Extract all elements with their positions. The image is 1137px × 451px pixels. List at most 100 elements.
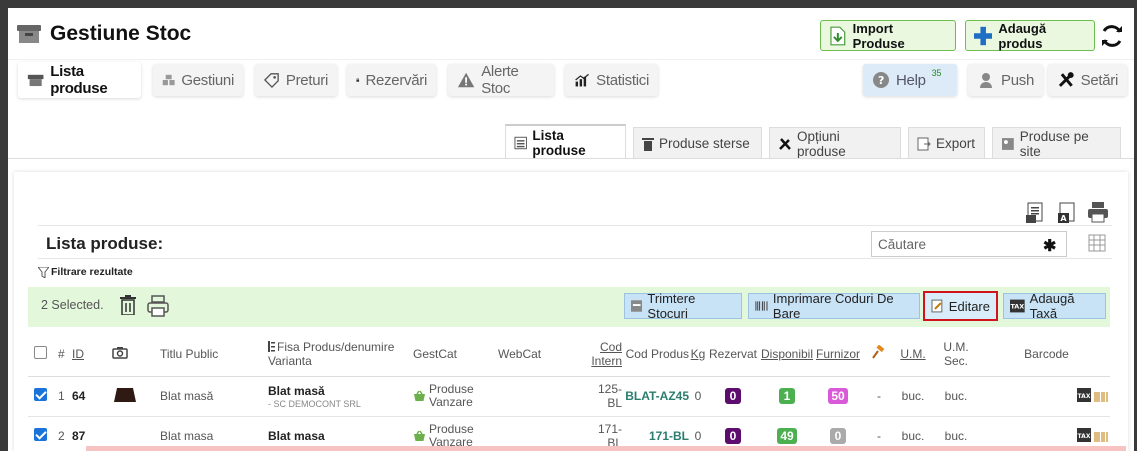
search-clear-icon[interactable]: ✱: [1043, 236, 1056, 256]
tax-icon[interactable]: TAX: [1076, 427, 1091, 442]
tab-preturi-label: Preturi: [285, 71, 328, 89]
tab-setari[interactable]: Setări: [1048, 64, 1127, 96]
products-panel: A Lista produse: ✱ Filtrare rezultate 2 …: [14, 172, 1128, 451]
filter-results-toggle[interactable]: Filtrare rezultate: [38, 266, 133, 278]
tab-rezervari[interactable]: Rezervări: [347, 64, 436, 96]
row-rezervat-badge: 0: [725, 428, 741, 444]
pdf-export-icon[interactable]: A: [1058, 202, 1078, 224]
row-photo-cell: [112, 376, 160, 417]
barcode-icon[interactable]: [1094, 391, 1108, 402]
tab-lista-produse-label: Lista produse: [50, 63, 108, 97]
list-doc-icon: [514, 136, 527, 149]
import-icon: [830, 26, 846, 45]
col-kg-label: Kg: [690, 346, 706, 361]
edit-label: Editare: [948, 298, 990, 314]
tag-icon: [264, 73, 279, 88]
list-title: Lista produse:: [46, 234, 164, 253]
import-products-button[interactable]: Import Produse: [820, 20, 956, 51]
filter-results-label: Filtrare rezultate: [51, 266, 133, 278]
subtab-export-label: Export: [936, 136, 976, 151]
tab-setari-label: Setări: [1080, 71, 1119, 89]
table-columns-icon[interactable]: [1088, 234, 1106, 252]
row-checkbox-cell: [28, 376, 58, 417]
tab-gestiuni[interactable]: Gestiuni: [153, 64, 243, 96]
product-thumbnail[interactable]: [112, 387, 138, 403]
app-title-text: Gestiune Stoc: [50, 22, 192, 45]
hammer-icon: [872, 344, 885, 359]
send-stock-button[interactable]: Trimtere Stocuri: [624, 291, 742, 321]
col-hammer: [861, 332, 897, 377]
boxes-icon: [162, 74, 175, 86]
print-icon[interactable]: [147, 295, 169, 317]
add-product-button[interactable]: Adaugă produs: [965, 20, 1095, 51]
subtab-optiuni-produse-label: Opțiuni produse: [796, 128, 846, 159]
subtab-optiuni-produse[interactable]: Opțiuni produse: [769, 127, 901, 159]
row-checkbox[interactable]: [34, 428, 47, 441]
col-id[interactable]: ID: [72, 332, 112, 377]
tab-statistici[interactable]: Statistici: [565, 64, 658, 96]
tab-statistici-label: Statistici: [596, 71, 649, 89]
col-fisa: Fisa Produs/denumire Varianta: [268, 332, 413, 377]
edit-button[interactable]: Editare: [923, 291, 998, 321]
barcode-icon: [755, 301, 768, 311]
refresh-button[interactable]: [1098, 22, 1126, 50]
basket-icon: [414, 430, 425, 441]
svg-text:TAX: TAX: [1077, 433, 1090, 440]
subtab-export[interactable]: Export: [908, 127, 985, 159]
plus-icon: [974, 26, 993, 45]
col-cod-intern[interactable]: Cod Intern: [586, 332, 624, 377]
row-furnizor-badge: 50: [828, 388, 848, 404]
select-all-header: [28, 332, 58, 377]
select-all-checkbox[interactable]: [34, 345, 47, 359]
send-stock-label: Trimtere Stocuri: [647, 291, 696, 321]
row-checkbox[interactable]: [34, 388, 47, 401]
col-um-sec-label-1: U.M.: [943, 339, 969, 354]
col-furnizor[interactable]: Furnizor: [815, 332, 861, 377]
row-kg: 0: [689, 376, 707, 417]
basket-icon: [414, 390, 425, 401]
excel-export-icon[interactable]: [1026, 202, 1046, 224]
col-um[interactable]: U.M.: [897, 332, 929, 377]
row-num: 1: [58, 376, 72, 417]
tab-lista-produse[interactable]: Lista produse: [18, 62, 141, 98]
subtab-produse-pe-site[interactable]: Produse pe site: [992, 127, 1121, 159]
col-kg[interactable]: Kg: [689, 332, 707, 377]
tools-icon: [779, 137, 791, 150]
barcode-icon[interactable]: [1094, 431, 1108, 442]
subtab-produse-sterse[interactable]: Produse sterse: [633, 127, 762, 159]
export-icon: [917, 137, 931, 150]
svg-text:TAX: TAX: [1010, 303, 1024, 311]
refresh-icon: [1102, 25, 1122, 47]
trash-icon[interactable]: [120, 295, 136, 315]
search-input[interactable]: [871, 231, 1067, 257]
table-row[interactable]: 1 64 Blat masă Blat masă - SC DEMOCONT S…: [28, 376, 1110, 417]
sort-icon: [268, 341, 275, 353]
row-furnizor-cell: 50: [815, 376, 861, 417]
row-fisa[interactable]: Blat masă: [268, 384, 325, 398]
print-icon[interactable]: [1087, 201, 1109, 223]
subtab-lista-produse[interactable]: Lista produse: [505, 124, 626, 159]
col-gestcat: GestCat: [413, 332, 498, 377]
tab-help-label: Help: [896, 71, 926, 89]
tax-icon[interactable]: TAX: [1076, 387, 1091, 402]
tab-alerte-stoc[interactable]: Alerte Stoc: [448, 63, 554, 97]
col-titlu: Titlu Public: [160, 332, 268, 377]
tab-push[interactable]: Push: [968, 64, 1043, 96]
bulk-actions-bar: 2 Selected. Trimtere Stocuri Imprimare C…: [28, 287, 1110, 327]
app-window: Gestiune Stoc Import Produse Adaugă prod…: [8, 8, 1134, 451]
add-tax-button[interactable]: TAX Adaugă Taxă: [1003, 291, 1106, 321]
row-fisa[interactable]: Blat masa: [268, 429, 325, 443]
tab-preturi[interactable]: Preturi: [255, 64, 337, 96]
print-barcodes-button[interactable]: Imprimare Coduri De Bare: [748, 291, 920, 321]
col-disponibil[interactable]: Disponibil: [759, 332, 815, 377]
col-webcat: WebCat: [498, 332, 586, 377]
row-furnizor-badge: 0: [830, 428, 846, 444]
window-frame-left: [0, 0, 8, 451]
print-barcodes-label: Imprimare Coduri De Bare: [772, 291, 894, 321]
tax-icon: TAX: [1010, 299, 1025, 313]
selected-count: 2 Selected.: [41, 298, 104, 312]
tab-help[interactable]: ? Help 35: [863, 64, 957, 96]
trash-icon: [642, 137, 654, 151]
row-um: buc.: [897, 376, 929, 417]
col-id-label: ID: [72, 346, 84, 361]
